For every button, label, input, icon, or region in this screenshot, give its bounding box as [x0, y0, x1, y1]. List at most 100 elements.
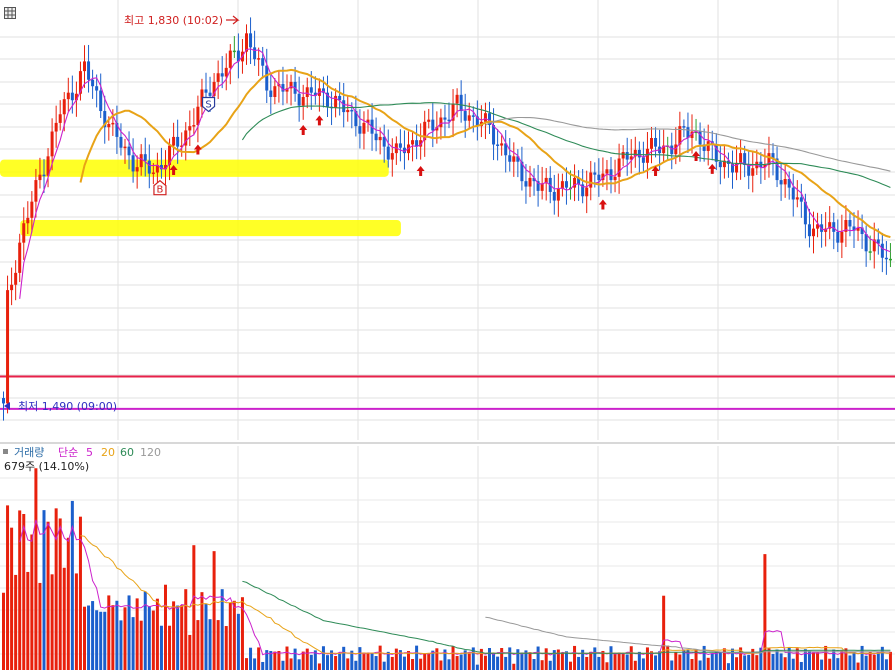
volume-bar [755, 655, 759, 670]
volume-bar [277, 650, 281, 670]
volume-bar [358, 647, 362, 670]
candle-body [783, 179, 787, 185]
volume-bar [273, 651, 277, 670]
low-annotation: 최저 1,490 (09:00) [4, 400, 117, 413]
candle-body [135, 167, 139, 172]
volume-bar [852, 651, 856, 670]
volume-bar [597, 656, 601, 670]
candle-body [390, 153, 394, 160]
candle-body [427, 119, 431, 122]
volume-bar [415, 645, 419, 670]
candle-body [398, 143, 402, 148]
candle-body [864, 234, 868, 252]
candle-body [386, 146, 390, 160]
ma-type-label: 단순 [58, 446, 78, 459]
candle-body [147, 160, 151, 174]
volume-bar [2, 592, 5, 670]
volume-bar [46, 521, 50, 670]
candle-body [220, 73, 224, 77]
volume-bar [362, 652, 366, 670]
volume-bar [860, 645, 864, 670]
candle-body [66, 92, 70, 100]
volume-bar [370, 653, 374, 670]
candle-body [641, 157, 645, 163]
volume-bar [439, 660, 443, 670]
volume-bar [820, 659, 824, 670]
volume-bar [799, 661, 803, 670]
volume-bar [455, 656, 459, 670]
volume-bar [423, 653, 427, 670]
high-pointer-icon [226, 15, 240, 25]
volume-bar [228, 602, 232, 670]
volume-bar [658, 651, 662, 670]
candle-body [593, 172, 597, 175]
candle-body [613, 176, 617, 181]
volume-bar [411, 659, 415, 670]
volume-bar [625, 654, 629, 670]
candle-body [674, 144, 678, 155]
volume-bar [743, 655, 747, 670]
volume-bar [836, 658, 840, 670]
candle-body [500, 143, 504, 146]
candle-body [455, 94, 459, 104]
volume-bar [224, 626, 228, 670]
volume-bar [26, 571, 30, 670]
volume-bar [151, 610, 155, 670]
candle-body [625, 152, 629, 160]
volume-bar [176, 605, 180, 670]
volume-bar [66, 537, 70, 670]
volume-bar [103, 611, 107, 670]
volume-bar [402, 656, 406, 670]
volume-bar [196, 620, 200, 670]
candle-body [228, 50, 232, 68]
volume-bar [775, 649, 779, 670]
volume-bar [10, 527, 14, 670]
volume-bar [812, 652, 815, 670]
volume-bar [735, 657, 739, 670]
candle-body [799, 197, 803, 202]
candle-body [378, 136, 382, 141]
volume-bar [216, 620, 220, 670]
volume-bar [232, 600, 236, 670]
volume-bar [560, 653, 564, 670]
volume-bar [532, 659, 536, 670]
candle-body [83, 61, 86, 72]
volume-bar [123, 607, 127, 670]
volume-bar [366, 653, 370, 670]
volume-bar [164, 584, 167, 670]
candle-body [508, 155, 512, 162]
volume-bar [188, 634, 192, 670]
candle-body [54, 122, 58, 132]
candle-body [807, 224, 811, 237]
volume-bar [569, 661, 572, 670]
grid-menu-icon[interactable] [4, 4, 16, 19]
low-label: 최저 1,490 (09:00) [18, 400, 117, 413]
candle-body [192, 125, 196, 127]
signal-label: B [157, 185, 164, 196]
volume-bar [447, 659, 451, 670]
volume-bar [637, 651, 641, 670]
volume-bar [309, 654, 313, 670]
candle-body [836, 231, 840, 243]
high-label: 최고 1,830 (10:02) [124, 14, 223, 27]
volume-ma-line-60 [242, 580, 891, 654]
volume-bar [285, 646, 289, 670]
volume-bar [95, 610, 99, 670]
volume-bar [856, 662, 860, 670]
candle-body [30, 201, 34, 218]
volume-bar [710, 653, 714, 670]
candle-body [718, 161, 722, 168]
candle-body [62, 99, 66, 115]
volume-bar [629, 646, 633, 670]
volume-bar [601, 650, 605, 670]
candle-body [880, 243, 884, 258]
volume-bar [147, 606, 151, 670]
candle-body [512, 156, 516, 162]
volume-bar [783, 657, 787, 670]
candle-body [483, 113, 487, 122]
candle-body [791, 187, 795, 200]
volume-bar [321, 646, 325, 670]
candle-body [552, 191, 556, 201]
candle-body [840, 231, 844, 243]
volume-bar [139, 620, 143, 670]
